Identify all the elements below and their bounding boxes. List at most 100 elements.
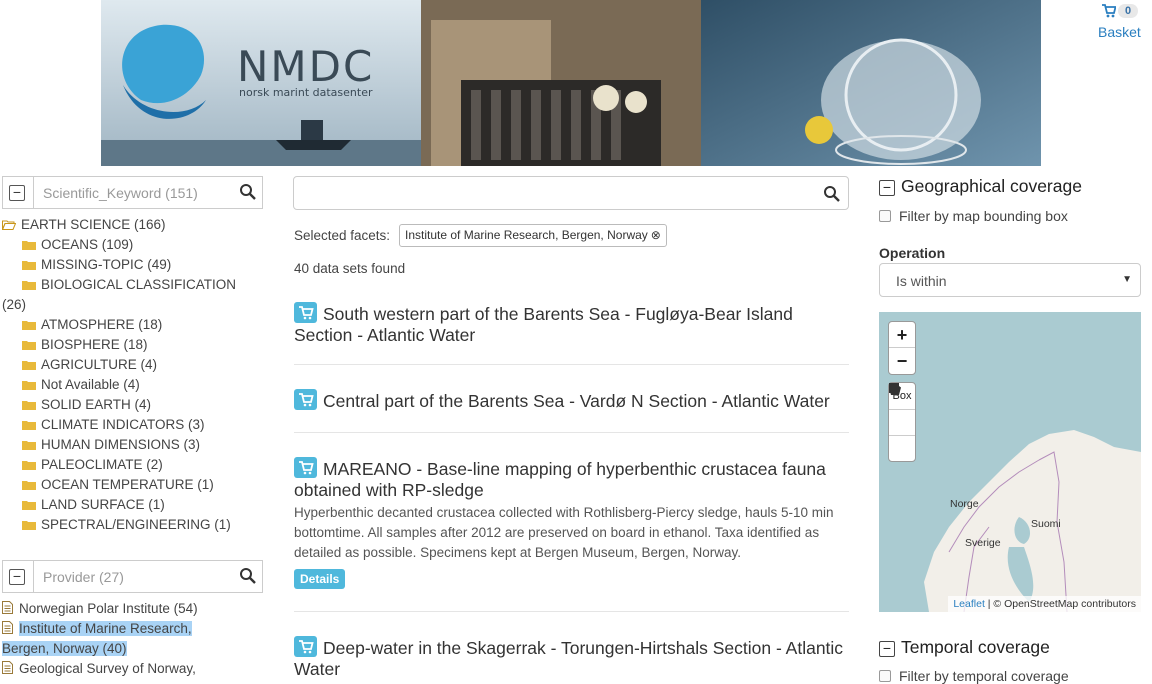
shopping-cart-icon bbox=[299, 306, 314, 320]
divider bbox=[294, 432, 849, 433]
divider bbox=[294, 611, 849, 612]
dataset-item: Deep-water in the Skagerrak - Torungen-H… bbox=[294, 636, 850, 680]
search-icon[interactable] bbox=[823, 185, 841, 203]
basket-count-badge: 0 bbox=[1118, 4, 1139, 18]
provider-item[interactable]: Geological Survey of Norway, bbox=[2, 659, 262, 679]
tree-item[interactable]: BIOLOGICAL CLASSIFICATION bbox=[2, 275, 236, 295]
tree-item[interactable]: LAND SURFACE (1) bbox=[2, 495, 236, 515]
document-icon bbox=[2, 621, 13, 634]
tree-item[interactable]: Not Available (4) bbox=[2, 375, 236, 395]
tree-item-earth-science[interactable]: EARTH SCIENCE (166) bbox=[2, 215, 236, 235]
keyword-facet-header: − Scientific_Keyword (151) bbox=[2, 176, 263, 209]
shopping-cart-icon bbox=[299, 393, 314, 407]
folder-icon bbox=[22, 281, 36, 290]
tree-item-wrap[interactable]: (26) bbox=[2, 295, 236, 315]
add-to-basket-button[interactable] bbox=[294, 302, 317, 323]
tree-item[interactable]: SOLID EARTH (4) bbox=[2, 395, 236, 415]
header-banner: NMDC norsk marint datasenter bbox=[101, 0, 1041, 166]
tree-item[interactable]: PALEOCLIMATE (2) bbox=[2, 455, 236, 475]
folder-icon bbox=[22, 421, 36, 430]
chevron-down-icon: ▼ bbox=[1122, 274, 1132, 285]
dataset-item: South western part of the Barents Sea - … bbox=[294, 302, 850, 346]
search-icon[interactable] bbox=[239, 567, 257, 585]
dataset-title[interactable]: Deep-water in the Skagerrak - Torungen-H… bbox=[294, 636, 850, 680]
dataset-description: Hyperbenthic decanted crustacea collecte… bbox=[294, 505, 834, 560]
folder-icon bbox=[22, 381, 36, 390]
folder-icon bbox=[22, 341, 36, 350]
tree-item[interactable]: MISSING-TOPIC (49) bbox=[2, 255, 236, 275]
tree-item[interactable]: OCEANS (109) bbox=[2, 235, 236, 255]
tree-item[interactable]: SPECTRAL/ENGINEERING (1) bbox=[2, 515, 236, 535]
operation-select[interactable]: Is within ▼ bbox=[879, 263, 1141, 297]
folder-icon bbox=[22, 261, 36, 270]
remove-facet-icon[interactable]: ⊗ bbox=[651, 228, 661, 242]
tree-item[interactable]: OCEAN TEMPERATURE (1) bbox=[2, 475, 236, 495]
map-label-norway: Norge bbox=[950, 498, 979, 510]
dataset-item: MAREANO - Base-line mapping of hyperbent… bbox=[294, 457, 850, 589]
selected-facets-label: Selected facets: bbox=[294, 228, 391, 243]
temporal-coverage-heading: − Temporal coverage bbox=[879, 637, 1050, 658]
map-label-finland: Suomi bbox=[1031, 518, 1061, 530]
map-tiles bbox=[924, 430, 1141, 612]
tree-item[interactable]: AGRICULTURE (4) bbox=[2, 355, 236, 375]
logo-subtitle: norsk marint datasenter bbox=[239, 86, 373, 99]
provider-item-selected[interactable]: Institute of Marine Research, Bergen, No… bbox=[2, 619, 262, 659]
shopping-cart-icon bbox=[299, 640, 314, 654]
add-to-basket-button[interactable] bbox=[294, 389, 317, 410]
details-button[interactable]: Details bbox=[294, 569, 346, 589]
folder-icon bbox=[22, 241, 36, 250]
draw-toolbar: Box bbox=[888, 382, 916, 462]
folder-icon bbox=[22, 501, 36, 510]
tree-item[interactable]: HUMAN DIMENSIONS (3) bbox=[2, 435, 236, 455]
results-count: 40 data sets found bbox=[294, 261, 406, 276]
basket-label[interactable]: Basket bbox=[1098, 24, 1141, 40]
collapse-provider-facet-button[interactable]: − bbox=[9, 569, 25, 585]
polygon-icon bbox=[889, 383, 901, 395]
shopping-cart-icon bbox=[1102, 4, 1116, 18]
tree-item[interactable]: CLIMATE INDICATORS (3) bbox=[2, 415, 236, 435]
map-filter-checkbox[interactable]: Filter by map bounding box bbox=[879, 208, 1068, 224]
zoom-in-button[interactable]: + bbox=[889, 322, 915, 348]
provider-facet-title: Provider (27) bbox=[43, 569, 124, 585]
dataset-item: Central part of the Barents Sea - Vardø … bbox=[294, 389, 850, 412]
provider-facet-header: − Provider (27) bbox=[2, 560, 263, 593]
dataset-title[interactable]: South western part of the Barents Sea - … bbox=[294, 302, 850, 346]
shopping-cart-icon bbox=[299, 461, 314, 475]
document-icon bbox=[2, 661, 13, 674]
temporal-filter-checkbox[interactable]: Filter by temporal coverage bbox=[879, 668, 1069, 684]
folder-open-icon bbox=[2, 220, 16, 230]
dataset-title[interactable]: MAREANO - Base-line mapping of hyperbent… bbox=[294, 457, 850, 501]
folder-icon bbox=[22, 401, 36, 410]
folder-icon bbox=[22, 521, 36, 530]
tree-item[interactable]: BIOSPHERE (18) bbox=[2, 335, 236, 355]
collapse-temporal-button[interactable]: − bbox=[879, 641, 895, 657]
collapse-geo-button[interactable]: − bbox=[879, 180, 895, 196]
keyword-tree: EARTH SCIENCE (166) OCEANS (109) MISSING… bbox=[2, 215, 236, 535]
leaflet-link[interactable]: Leaflet bbox=[953, 598, 985, 610]
folder-icon bbox=[22, 461, 36, 470]
keyword-facet-title: Scientific_Keyword (151) bbox=[43, 185, 198, 201]
logo-title: NMDC bbox=[237, 42, 375, 91]
provider-list: Norwegian Polar Institute (54) Institute… bbox=[2, 599, 262, 679]
search-icon[interactable] bbox=[239, 183, 257, 201]
map-attribution: Leaflet | © OpenStreetMap contributors bbox=[948, 596, 1141, 612]
tree-item[interactable]: ATMOSPHERE (18) bbox=[2, 315, 236, 335]
draw-polygon-button[interactable] bbox=[889, 383, 915, 461]
provider-item[interactable]: Norwegian Polar Institute (54) bbox=[2, 599, 262, 619]
main-search-input[interactable] bbox=[293, 176, 849, 210]
map-view[interactable]: Norge Sverige Suomi + − Box Leaflet | © … bbox=[879, 312, 1141, 612]
map-label-sweden: Sverige bbox=[965, 537, 1001, 549]
operation-label: Operation bbox=[879, 245, 946, 261]
zoom-out-button[interactable]: − bbox=[889, 348, 915, 374]
folder-icon bbox=[22, 361, 36, 370]
geo-coverage-heading: − Geographical coverage bbox=[879, 176, 1082, 197]
add-to-basket-button[interactable] bbox=[294, 457, 317, 478]
selected-facet-tag[interactable]: Institute of Marine Research, Bergen, No… bbox=[399, 224, 667, 247]
zoom-control: + − bbox=[888, 321, 916, 375]
dataset-title[interactable]: Central part of the Barents Sea - Vardø … bbox=[294, 389, 850, 412]
add-to-basket-button[interactable] bbox=[294, 636, 317, 657]
collapse-keyword-facet-button[interactable]: − bbox=[9, 185, 25, 201]
divider bbox=[294, 364, 849, 365]
folder-icon bbox=[22, 481, 36, 490]
draw-rectangle-button[interactable] bbox=[889, 383, 915, 435]
